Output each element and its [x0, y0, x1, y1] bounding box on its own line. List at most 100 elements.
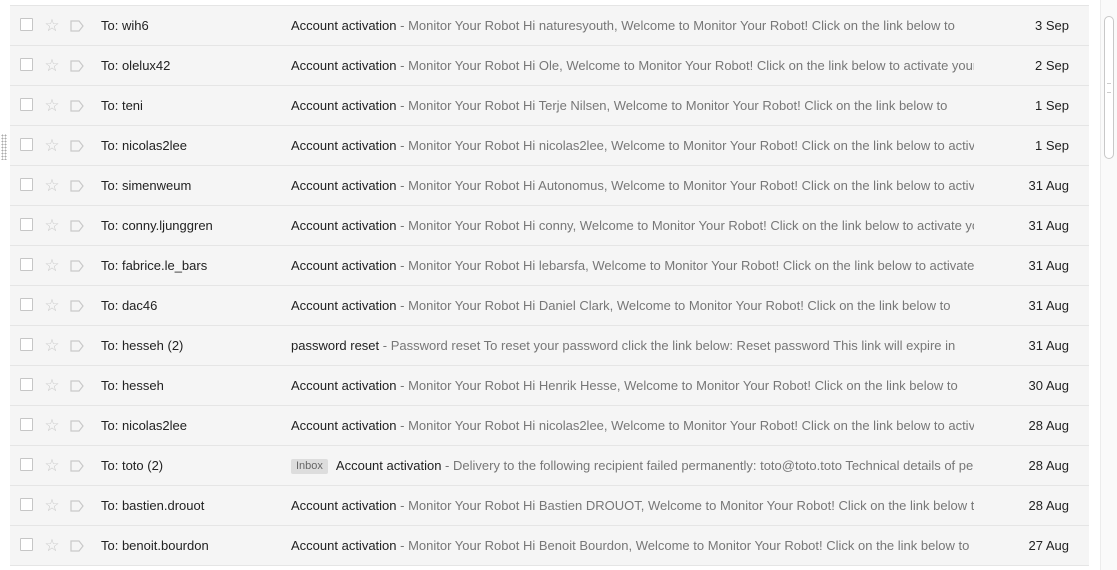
scroll-down-button[interactable]: [1101, 556, 1117, 570]
star-icon[interactable]: ☆: [43, 6, 61, 46]
email-date: 31 Aug: [1028, 218, 1070, 233]
email-row[interactable]: ☆ To: nicolas2lee Account activation - M…: [10, 126, 1089, 166]
subject-line: password reset - Password reset To reset…: [291, 326, 974, 366]
subject-line: Account activation - Monitor Your Robot …: [291, 46, 974, 86]
importance-marker-icon[interactable]: [70, 380, 84, 392]
email-date: 28 Aug: [1028, 458, 1070, 473]
star-icon[interactable]: ☆: [43, 406, 61, 446]
recipient: To: benoit.bourdon: [101, 538, 209, 553]
email-row[interactable]: ☆ To: conny.ljunggren Account activation…: [10, 206, 1089, 246]
recipient: To: olelux42: [101, 58, 171, 73]
select-checkbox[interactable]: [20, 218, 33, 231]
star-icon[interactable]: ☆: [43, 206, 61, 246]
select-checkbox[interactable]: [20, 258, 33, 271]
importance-marker-icon[interactable]: [70, 460, 84, 472]
star-icon[interactable]: ☆: [43, 166, 61, 206]
star-icon[interactable]: ☆: [43, 86, 61, 126]
subject-line: Account activation - Monitor Your Robot …: [291, 126, 974, 166]
email-subject: Account activation: [291, 258, 397, 273]
importance-marker-icon[interactable]: [70, 420, 84, 432]
email-date: 1 Sep: [1035, 98, 1069, 113]
importance-marker-icon[interactable]: [70, 20, 84, 32]
email-snippet: - Monitor Your Robot Hi lebarsfa, Welcom…: [396, 258, 974, 273]
subject-line: Account activation - Monitor Your Robot …: [291, 366, 974, 406]
star-icon[interactable]: ☆: [43, 126, 61, 166]
recipient: To: nicolas2lee: [101, 138, 187, 153]
email-row[interactable]: ☆ To: dac46 Account activation - Monitor…: [10, 286, 1089, 326]
star-icon[interactable]: ☆: [43, 326, 61, 366]
star-icon[interactable]: ☆: [43, 486, 61, 526]
email-snippet: - Monitor Your Robot Hi Autonomus, Welco…: [396, 178, 974, 193]
star-icon[interactable]: ☆: [43, 526, 61, 566]
recipient: To: teni: [101, 98, 143, 113]
select-checkbox[interactable]: [20, 538, 33, 551]
star-icon[interactable]: ☆: [43, 366, 61, 406]
email-date: 31 Aug: [1028, 298, 1070, 313]
email-subject: Account activation: [291, 498, 397, 513]
importance-marker-icon[interactable]: [70, 260, 84, 272]
drag-handle[interactable]: [1, 134, 7, 160]
select-checkbox[interactable]: [20, 138, 33, 151]
email-snippet: - Monitor Your Robot Hi Ole, Welcome to …: [396, 58, 974, 73]
importance-marker-icon[interactable]: [70, 220, 84, 232]
email-row[interactable]: ☆ To: bastien.drouot Account activation …: [10, 486, 1089, 526]
select-checkbox[interactable]: [20, 98, 33, 111]
importance-marker-icon[interactable]: [70, 100, 84, 112]
scrollbar-grip: [1107, 83, 1111, 93]
importance-marker-icon[interactable]: [70, 540, 84, 552]
vertical-scrollbar[interactable]: [1100, 0, 1117, 570]
star-icon[interactable]: ☆: [43, 246, 61, 286]
email-row[interactable]: ☆ To: hesseh (2) password reset - Passwo…: [10, 326, 1089, 366]
email-row[interactable]: ☆ To: simenweum Account activation - Mon…: [10, 166, 1089, 206]
select-checkbox[interactable]: [20, 498, 33, 511]
recipient: To: bastien.drouot: [101, 498, 205, 513]
select-checkbox[interactable]: [20, 298, 33, 311]
star-icon[interactable]: ☆: [43, 46, 61, 86]
select-checkbox[interactable]: [20, 418, 33, 431]
select-checkbox[interactable]: [20, 58, 33, 71]
subject-line: Inbox Account activation - Delivery to th…: [291, 446, 974, 486]
recipient: To: nicolas2lee: [101, 418, 187, 433]
scrollbar-thumb[interactable]: [1104, 16, 1114, 159]
email-row[interactable]: ☆ To: teni Account activation - Monitor …: [10, 86, 1089, 126]
email-row[interactable]: ☆ To: fabrice.le_bars Account activation…: [10, 246, 1089, 286]
email-date: 31 Aug: [1028, 338, 1070, 353]
email-subject: Account activation: [291, 378, 397, 393]
email-row[interactable]: ☆ To: hesseh Account activation - Monito…: [10, 366, 1089, 406]
importance-marker-icon[interactable]: [70, 300, 84, 312]
email-date: 27 Aug: [1028, 538, 1070, 553]
star-icon[interactable]: ☆: [43, 446, 61, 486]
email-snippet: - Monitor Your Robot Hi Terje Nilsen, We…: [396, 98, 948, 113]
email-date: 28 Aug: [1028, 418, 1070, 433]
importance-marker-icon[interactable]: [70, 500, 84, 512]
email-row[interactable]: ☆ To: toto (2) Inbox Account activation -…: [10, 446, 1089, 486]
scroll-up-button[interactable]: [1101, 0, 1117, 14]
star-icon[interactable]: ☆: [43, 286, 61, 326]
recipient: To: conny.ljunggren: [101, 218, 213, 233]
email-row[interactable]: ☆ To: benoit.bourdon Account activation …: [10, 526, 1089, 566]
inbox-label-badge[interactable]: Inbox: [291, 459, 328, 474]
email-subject: Account activation: [291, 58, 397, 73]
importance-marker-icon[interactable]: [70, 180, 84, 192]
email-date: 1 Sep: [1035, 138, 1069, 153]
importance-marker-icon[interactable]: [70, 60, 84, 72]
recipient: To: hesseh: [101, 378, 164, 393]
select-checkbox[interactable]: [20, 338, 33, 351]
recipient: To: simenweum: [101, 178, 192, 193]
select-checkbox[interactable]: [20, 378, 33, 391]
email-row[interactable]: ☆ To: olelux42 Account activation - Moni…: [10, 46, 1089, 86]
email-list: ☆ To: wih6 Account activation - Monitor …: [10, 5, 1089, 566]
select-checkbox[interactable]: [20, 18, 33, 31]
recipient: To: dac46: [101, 298, 158, 313]
subject-line: Account activation - Monitor Your Robot …: [291, 166, 974, 206]
email-row[interactable]: ☆ To: nicolas2lee Account activation - M…: [10, 406, 1089, 446]
email-snippet: - Monitor Your Robot Hi Daniel Clark, We…: [396, 298, 951, 313]
email-row[interactable]: ☆ To: wih6 Account activation - Monitor …: [10, 6, 1089, 46]
email-snippet: - Monitor Your Robot Hi nicolas2lee, Wel…: [396, 138, 974, 153]
recipient: To: hesseh (2): [101, 338, 184, 353]
select-checkbox[interactable]: [20, 458, 33, 471]
importance-marker-icon[interactable]: [70, 140, 84, 152]
select-checkbox[interactable]: [20, 178, 33, 191]
email-subject: Account activation: [291, 98, 397, 113]
importance-marker-icon[interactable]: [70, 340, 84, 352]
